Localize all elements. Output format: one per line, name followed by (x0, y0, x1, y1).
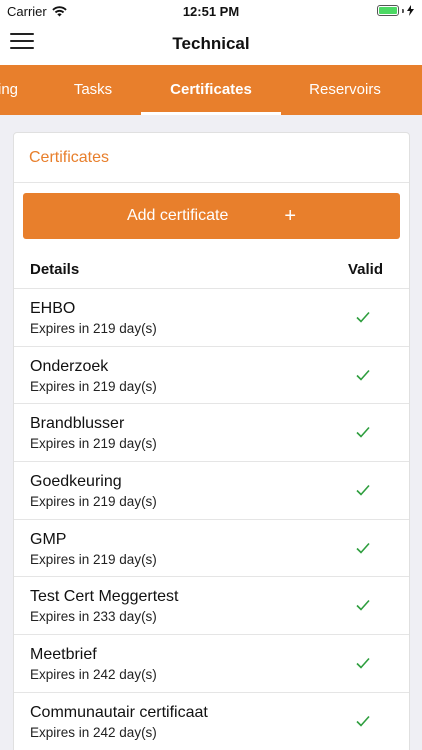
certificate-row[interactable]: Onderzoek Expires in 219 day(s) (14, 347, 409, 405)
add-certificate-label: Add certificate (126, 207, 229, 224)
tab-truncated[interactable]: ing (0, 65, 28, 115)
table-header: Details Valid (14, 253, 409, 289)
tab-reservoirs[interactable]: Reservoirs (295, 65, 395, 115)
tab-tasks[interactable]: Tasks (58, 65, 128, 115)
checkmark-icon (356, 485, 370, 496)
certificate-name: GMP (30, 530, 67, 548)
add-certificate-button[interactable]: Add certificate + (23, 193, 400, 239)
certificate-name: Brandblusser (30, 415, 125, 433)
certificate-expiry: Expires in 219 day(s) (30, 551, 157, 567)
certificate-list: EHBO Expires in 219 day(s) Onderzoek Exp… (14, 289, 409, 750)
battery-level-fill (379, 7, 397, 14)
page-title: Technical (172, 34, 250, 53)
certificate-expiry: Expires in 219 day(s) (30, 321, 157, 336)
certificate-row[interactable]: Meetbrief Expires in 242 day(s) (14, 635, 409, 693)
column-header-details: Details (30, 261, 80, 278)
checkmark-icon (356, 715, 370, 727)
certificate-row[interactable]: Communautair certificaat Expires in 242 … (14, 693, 409, 750)
checkmark-icon (356, 369, 370, 381)
column-header-valid: Valid (347, 261, 383, 278)
certificate-expiry: Expires in 219 day(s) (30, 378, 157, 394)
certificate-expiry: Expires in 219 day(s) (30, 494, 157, 510)
certificate-name: Goedkeuring (30, 473, 122, 491)
status-time: 12:51 PM (182, 4, 240, 19)
certificate-expiry: Expires in 233 day(s) (30, 609, 157, 625)
charging-bolt-icon (407, 5, 414, 16)
certificates-card: Certificates Add certificate + Details V… (13, 132, 410, 750)
certificate-row[interactable]: Test Cert Meggertest Expires in 233 day(… (14, 577, 409, 636)
checkmark-icon (356, 658, 370, 669)
certificate-row[interactable]: Goedkeuring Expires in 219 day(s) (14, 462, 409, 520)
certificate-name: Communautair certificaat (30, 703, 208, 721)
certificate-row[interactable]: GMP Expires in 219 day(s) (14, 520, 409, 578)
certificate-expiry: Expires in 242 day(s) (30, 667, 157, 683)
active-tab-indicator (141, 112, 281, 115)
checkmark-icon (356, 311, 370, 323)
certificate-expiry: Expires in 242 day(s) (30, 724, 157, 740)
checkmark-icon (356, 427, 370, 439)
checkmark-icon (356, 542, 370, 554)
certificate-name: Test Cert Meggertest (30, 588, 179, 606)
tab-certificates[interactable]: Certificates (141, 65, 281, 115)
certificate-name: Onderzoek (30, 357, 109, 375)
certificate-row[interactable]: EHBO Expires in 219 day(s) (14, 289, 409, 347)
card-title: Certificates (14, 133, 409, 183)
certificate-row[interactable]: Brandblusser Expires in 219 day(s) (14, 404, 409, 463)
plus-icon: + (284, 204, 297, 227)
status-bar: Carrier 12:51 PM (0, 0, 422, 22)
battery-icon (377, 5, 414, 16)
checkmark-icon (356, 600, 370, 612)
certificate-expiry: Expires in 219 day(s) (30, 436, 157, 452)
navigation-bar: Technical (0, 22, 422, 65)
certificate-name: Meetbrief (30, 646, 97, 664)
tab-bar: ing Tasks Certificates Reservoirs (0, 65, 422, 115)
certificate-name: EHBO (30, 300, 76, 317)
